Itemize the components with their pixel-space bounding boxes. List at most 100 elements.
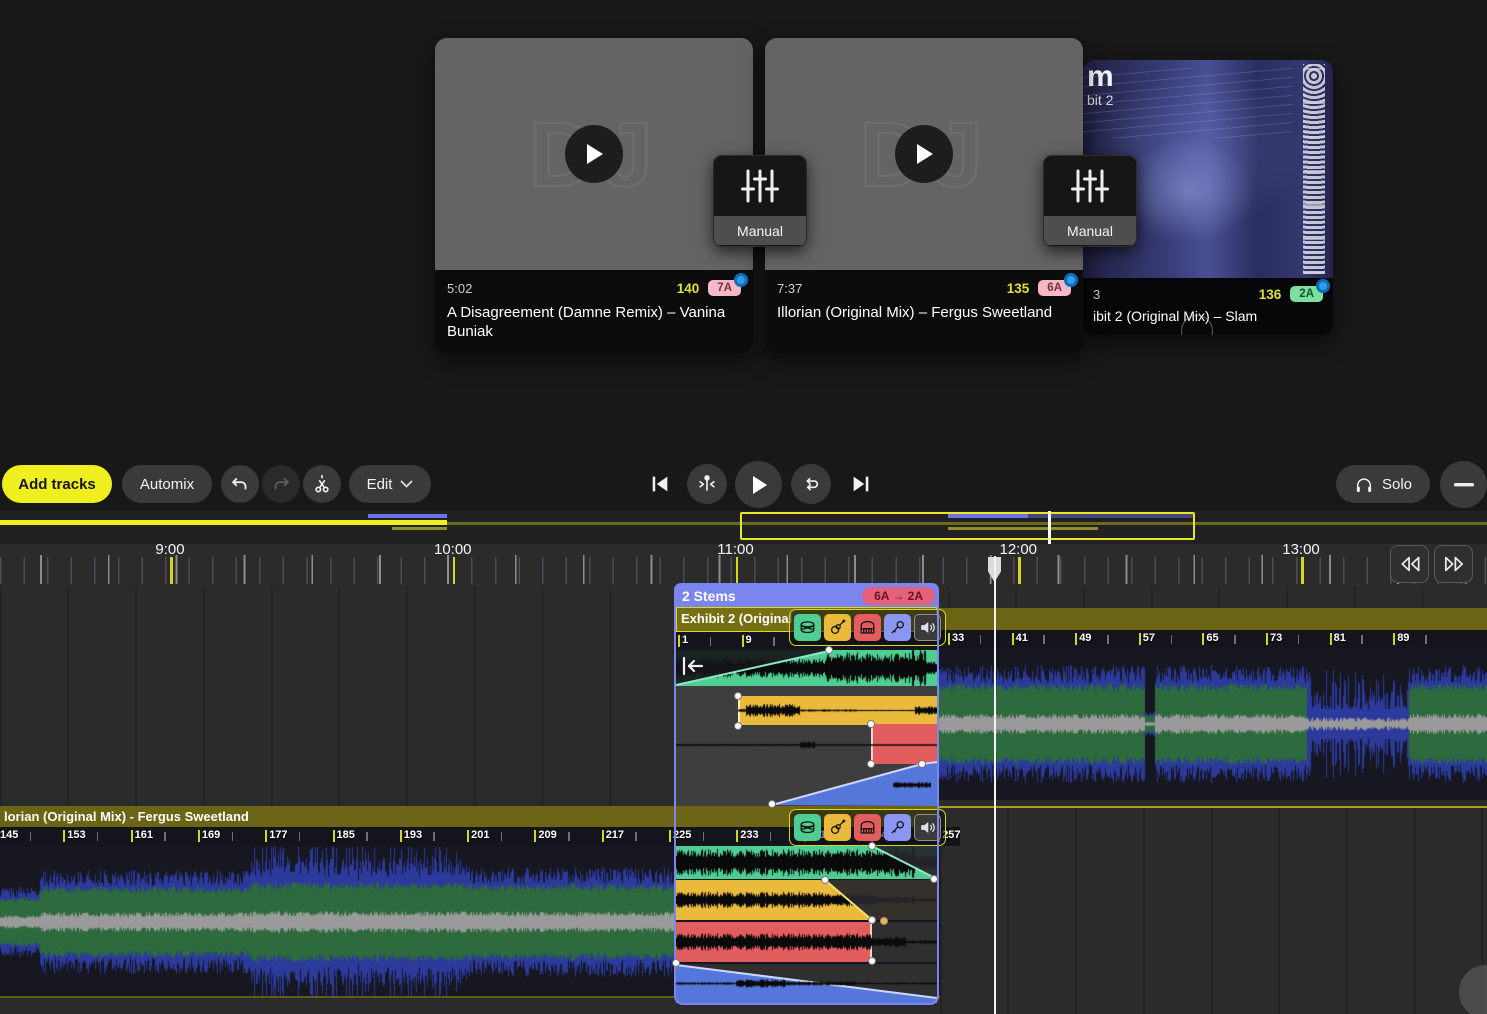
beat-number: 169: [202, 829, 220, 841]
beat-minor-tick: [773, 637, 775, 646]
time-label: 10:00: [434, 541, 472, 558]
time-label: 13:00: [1282, 541, 1320, 558]
envelope-node[interactable]: [734, 722, 742, 730]
envelope-node[interactable]: [880, 917, 888, 925]
play-preview-button[interactable]: [565, 125, 623, 183]
automix-label: Automix: [140, 476, 194, 493]
track-bpm: 135: [1007, 281, 1030, 296]
time-major-tick: [1301, 557, 1304, 584]
key-badge[interactable]: 2A: [1290, 286, 1323, 302]
cue-marker-button[interactable]: [687, 464, 727, 504]
play-preview-button[interactable]: [895, 125, 953, 183]
envelope-node[interactable]: [768, 800, 776, 808]
keys-stem-button[interactable]: [854, 614, 881, 641]
stems-popup-header[interactable]: 2 Stems 6A → 2A: [674, 583, 939, 608]
envelope-node[interactable]: [821, 876, 829, 884]
piano-icon: [858, 818, 877, 837]
keys-stem-button[interactable]: [854, 814, 881, 841]
key-badge[interactable]: 6A: [1038, 280, 1071, 296]
scrub-forward-button[interactable]: [1434, 545, 1473, 583]
envelope-node[interactable]: [672, 959, 680, 967]
beat-minor-tick: [1234, 635, 1236, 644]
envelope-node[interactable]: [930, 875, 938, 883]
envelope-node[interactable]: [868, 957, 876, 965]
time-major-tick: [453, 557, 456, 584]
playhead-line[interactable]: [994, 556, 996, 1014]
beat-number: 89: [1397, 632, 1409, 644]
envelope-node[interactable]: [734, 692, 742, 700]
transition-button-1[interactable]: Manual: [713, 155, 807, 247]
skip-to-end-button[interactable]: [845, 468, 877, 500]
key-badge[interactable]: 7A: [708, 280, 741, 296]
speaker-icon: [918, 818, 937, 837]
other-stem-button[interactable]: [824, 814, 851, 841]
beat-minor-tick: [366, 832, 368, 841]
play-icon: [749, 474, 769, 496]
beat-minor-tick: [299, 832, 301, 841]
beat-tick: [1202, 633, 1204, 645]
drums-stem-button[interactable]: [794, 814, 821, 841]
solo-button[interactable]: Solo: [1336, 465, 1430, 503]
envelope-node[interactable]: [868, 916, 876, 924]
drums-stem-button[interactable]: [794, 614, 821, 641]
beat-minor-tick: [1425, 635, 1427, 644]
collapse-panel-button[interactable]: [1440, 461, 1487, 508]
sync-indicator-dot: [1316, 279, 1330, 293]
track-bpm: 140: [677, 281, 700, 296]
piano-icon: [858, 618, 877, 637]
bottom-track-waveform: [0, 846, 676, 998]
track-card-illorian[interactable]: DJ 7:37 135 6A Illorian (Original Mix) –…: [765, 38, 1083, 353]
envelope-node[interactable]: [867, 760, 875, 768]
beat-tick: [948, 633, 950, 645]
vocals-stem-button[interactable]: [884, 814, 911, 841]
add-tracks-button[interactable]: Add tracks: [2, 465, 112, 503]
transition-button-2[interactable]: Manual: [1043, 155, 1137, 247]
beat-number: 161: [135, 829, 153, 841]
edit-menu-button[interactable]: Edit: [349, 465, 431, 503]
envelope-node[interactable]: [825, 646, 833, 654]
mute-stem-button[interactable]: [914, 614, 941, 641]
sync-indicator-dot: [734, 273, 748, 287]
cut-button[interactable]: [303, 465, 341, 503]
grid-right-empty: [940, 807, 1487, 1014]
playhead-pin-icon: [696, 473, 718, 495]
drum-icon: [798, 618, 817, 637]
sliders-icon: [714, 156, 806, 216]
loop-button[interactable]: [791, 464, 831, 504]
snap-to-start-icon[interactable]: [681, 656, 705, 676]
automix-button[interactable]: Automix: [122, 465, 212, 503]
mix-overview-minimap[interactable]: [0, 511, 1487, 544]
play-button[interactable]: [735, 461, 782, 508]
beat-minor-tick: [1298, 635, 1300, 644]
envelope-node[interactable]: [867, 720, 875, 728]
beat-number: 185: [337, 829, 355, 841]
time-ruler[interactable]: 9:0010:0011:0012:0013:00: [0, 544, 1487, 585]
undo-button[interactable]: [221, 465, 259, 503]
microphone-icon: [888, 618, 907, 637]
vocals-stem-button[interactable]: [884, 614, 911, 641]
loop-icon: [800, 473, 822, 495]
outgoing-drums-fade-overlay: [676, 846, 937, 879]
other-stem-button[interactable]: [824, 614, 851, 641]
sync-indicator-dot: [1064, 273, 1078, 287]
minimap-viewport[interactable]: [740, 512, 1195, 540]
incoming-other-waveform: [738, 697, 937, 724]
outgoing-stem-buttons: [789, 809, 946, 846]
mute-stem-button[interactable]: [914, 814, 941, 841]
envelope-node[interactable]: [918, 760, 926, 768]
minimap-playhead[interactable]: [1048, 511, 1051, 544]
skip-to-start-button[interactable]: [644, 468, 676, 500]
beat-tick: [1075, 633, 1077, 645]
scrub-back-button[interactable]: [1390, 545, 1429, 583]
key-change-badge[interactable]: 6A → 2A: [862, 587, 935, 605]
rewind-icon: [1398, 554, 1422, 574]
beat-minor-tick: [568, 832, 570, 841]
drum-icon: [798, 818, 817, 837]
speaker-icon: [918, 618, 937, 637]
track-info: 5:02 140 7A A Disagreement (Damne Remix)…: [435, 270, 753, 353]
envelope-node[interactable]: [868, 842, 876, 850]
redo-button[interactable]: [262, 465, 300, 503]
beat-tick: [742, 635, 744, 647]
beat-number: 73: [1270, 632, 1282, 644]
track-card-disagreement[interactable]: DJ 5:02 140 7A A Disagreement (Damne Rem…: [435, 38, 753, 353]
